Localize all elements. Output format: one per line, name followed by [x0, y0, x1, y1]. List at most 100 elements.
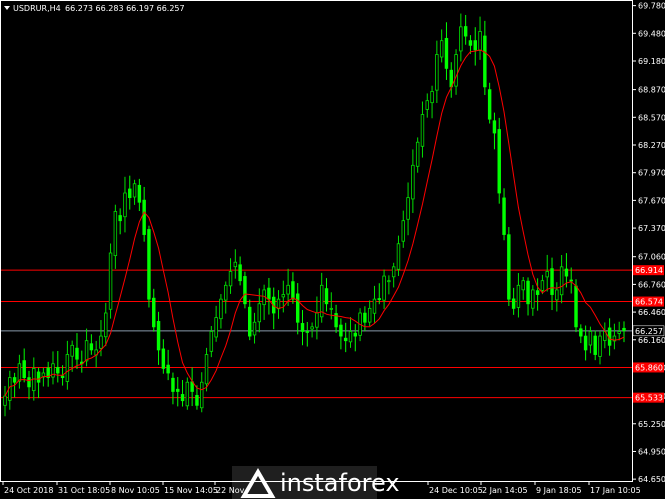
- candle-body: [367, 307, 372, 323]
- candle-body: [555, 289, 559, 301]
- candle-body: [291, 281, 295, 300]
- candle-body: [617, 331, 621, 334]
- candle-body: [233, 261, 238, 268]
- candle-body: [521, 280, 525, 291]
- candle-body: [425, 100, 429, 110]
- candle-body: [315, 312, 319, 328]
- candle-body: [204, 354, 209, 385]
- candle-body: [401, 220, 405, 242]
- candle: [497, 117, 501, 204]
- watermark-text: instaforex: [280, 469, 400, 497]
- candle-body: [152, 297, 156, 328]
- candle-body: [535, 290, 540, 295]
- candle-body: [176, 388, 180, 392]
- candle-body: [228, 271, 233, 287]
- candle-body: [161, 348, 166, 369]
- candle-body: [411, 164, 415, 200]
- candle-body: [147, 229, 151, 300]
- candle-body: [406, 197, 410, 220]
- candle-body: [478, 31, 482, 51]
- candle-body: [305, 331, 310, 333]
- x-tick-label: 24 Dec 10:05: [429, 486, 483, 495]
- candle-body: [156, 321, 161, 351]
- candle-body: [598, 335, 602, 357]
- candle-body: [180, 394, 185, 402]
- candle-body: [209, 331, 214, 352]
- candle-body: [511, 298, 516, 309]
- candle-body: [142, 199, 146, 235]
- y-tick-label: 67.060: [638, 253, 665, 262]
- candle-body: [132, 183, 137, 198]
- candle-body: [118, 215, 122, 222]
- candle-body: [463, 26, 468, 37]
- level-label: 65.860: [635, 363, 663, 372]
- candle-body: [75, 347, 79, 360]
- x-tick-label: 31 Oct 18:05: [58, 486, 110, 495]
- candle-body: [339, 324, 343, 337]
- candle-body: [473, 40, 477, 51]
- candle-body: [391, 266, 396, 278]
- x-tick-label: 9 Jan 18:05: [536, 486, 582, 495]
- candle-body: [459, 26, 463, 52]
- candle-body: [300, 323, 305, 332]
- candle-body: [579, 328, 583, 337]
- price-chart: 69.780 69.480 69.180 68.870 68.570 68.270 67.9…: [0, 0, 665, 499]
- candle-body: [286, 284, 290, 295]
- candle-body: [195, 394, 199, 406]
- candle-body: [65, 354, 70, 382]
- y-tick-label: 67.670: [638, 196, 665, 205]
- candle-body: [281, 294, 286, 298]
- y-tick-label: 69.480: [638, 29, 665, 38]
- candle-body: [310, 326, 314, 330]
- candle-body: [420, 114, 425, 147]
- candle-body: [257, 303, 262, 323]
- candle-body: [84, 340, 89, 362]
- candle-body: [497, 129, 501, 194]
- candle-body: [70, 344, 74, 357]
- candle-body: [353, 332, 358, 337]
- candle-body: [593, 335, 597, 355]
- x-tick-label: 2 Jan 14:05: [482, 486, 528, 495]
- candle-body: [545, 271, 549, 278]
- candle-body: [137, 184, 142, 203]
- candle-body: [348, 331, 353, 343]
- level-label: 66.914: [635, 266, 663, 275]
- candle-body: [564, 268, 569, 277]
- candle: [147, 225, 151, 308]
- y-tick-label: 68.870: [638, 86, 665, 95]
- candle-body: [60, 375, 65, 379]
- y-tick-label: 64.950: [638, 447, 665, 456]
- candle-body: [324, 288, 329, 305]
- candle-body: [363, 312, 367, 323]
- candle-body: [444, 37, 449, 69]
- candle: [507, 227, 511, 306]
- candle-body: [483, 35, 487, 88]
- y-tick-label: 64.650: [638, 475, 665, 484]
- symbol-label: USDRUR,H4: [13, 4, 61, 13]
- candle-body: [492, 120, 497, 134]
- y-tick-label: 67.970: [638, 169, 665, 178]
- candle-body: [108, 252, 113, 310]
- candle-body: [36, 371, 41, 383]
- candle-body: [588, 331, 593, 346]
- candle-body: [123, 192, 127, 218]
- y-tick-label: 68.570: [638, 113, 665, 122]
- candle-body: [219, 298, 223, 320]
- candle-body: [583, 335, 588, 351]
- candle-body: [248, 306, 252, 337]
- y-tick-label: 69.180: [638, 57, 665, 66]
- candle-body: [166, 364, 170, 374]
- candle-body: [526, 280, 530, 305]
- candle-body: [454, 54, 458, 87]
- candle-body: [372, 298, 377, 314]
- candle-body: [396, 243, 401, 270]
- candle-body: [104, 312, 108, 338]
- candle-body: [382, 275, 386, 301]
- candle-body: [171, 377, 175, 392]
- candle-body: [377, 298, 381, 300]
- candle: [243, 271, 247, 309]
- candle-body: [622, 327, 626, 331]
- candle-body: [295, 293, 300, 323]
- candle-body: [435, 54, 439, 91]
- candle-body: [113, 211, 118, 257]
